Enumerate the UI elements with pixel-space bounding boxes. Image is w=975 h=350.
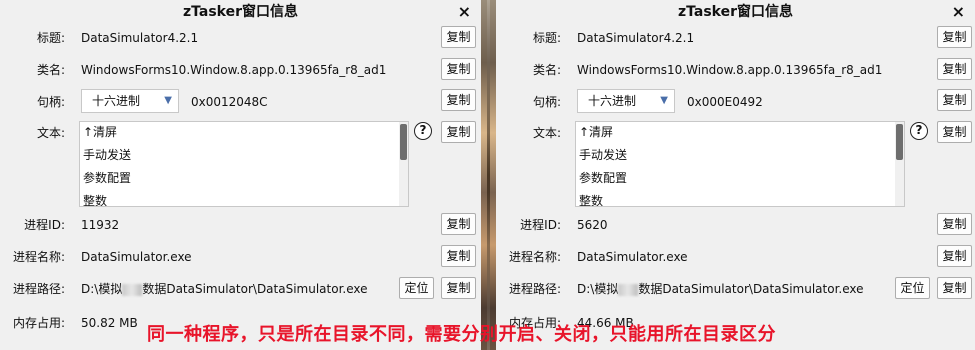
copy-title-button[interactable]: 复制 — [441, 26, 476, 48]
handle-value: 0x0012048C — [191, 95, 268, 109]
close-icon[interactable]: × — [458, 2, 471, 22]
text-listbox[interactable]: ↑清屏 手动发送 参数配置 整数 — [79, 121, 409, 207]
class-value: WindowsForms10.Window.8.app.0.13965fa_r8… — [577, 63, 883, 77]
handle-format-select[interactable]: 十六进制 ▼ — [81, 89, 179, 113]
copy-process-name-button[interactable]: 复制 — [441, 245, 476, 267]
redacted-blur — [618, 283, 639, 296]
pid-label: 进程ID: — [24, 218, 65, 232]
list-item[interactable]: 参数配置 — [83, 169, 131, 187]
copy-text-button[interactable]: 复制 — [937, 121, 972, 143]
annotation-caption: 同一种程序，只是所在目录不同，需要分别开启、关闭，只能用所在目录区分 — [147, 324, 776, 345]
scrollbar-thumb[interactable] — [400, 124, 407, 160]
list-item[interactable]: 手动发送 — [579, 146, 627, 164]
process-path-value: D:\模拟 数据DataSimulator\DataSimulator.exe — [81, 282, 368, 296]
pid-label: 进程ID: — [520, 218, 561, 232]
text-scrollbar[interactable] — [399, 122, 408, 206]
copy-pid-button[interactable]: 复制 — [937, 213, 972, 235]
handle-format-value: 十六进制 — [92, 94, 141, 108]
class-label: 类名: — [532, 63, 561, 77]
redacted-blur — [122, 283, 143, 296]
title-label: 标题: — [36, 31, 65, 45]
list-item[interactable]: 手动发送 — [83, 146, 131, 164]
copy-handle-button[interactable]: 复制 — [441, 89, 476, 111]
pid-value: 11932 — [81, 218, 120, 232]
scrollbar-thumb[interactable] — [896, 124, 903, 160]
handle-label: 句柄: — [532, 95, 561, 109]
process-name-value: DataSimulator.exe — [577, 250, 688, 264]
list-item[interactable]: ↑清屏 — [83, 123, 117, 141]
text-label: 文本: — [36, 126, 65, 140]
copy-process-name-button[interactable]: 复制 — [937, 245, 972, 267]
pid-value: 5620 — [577, 218, 608, 232]
process-path-label: 进程路径: — [12, 282, 65, 296]
window-info-panel-left: zTasker窗口信息 × 标题: DataSimulator4.2.1 复制 … — [0, 0, 481, 350]
list-item[interactable]: 整数 — [579, 192, 603, 206]
copy-title-button[interactable]: 复制 — [937, 26, 972, 48]
text-scrollbar[interactable] — [895, 122, 904, 206]
class-value: WindowsForms10.Window.8.app.0.13965fa_r8… — [81, 63, 387, 77]
copy-process-path-button[interactable]: 复制 — [937, 277, 972, 299]
list-item[interactable]: 参数配置 — [579, 169, 627, 187]
process-name-label: 进程名称: — [508, 250, 561, 264]
copy-handle-button[interactable]: 复制 — [937, 89, 972, 111]
chevron-down-icon: ▼ — [164, 95, 172, 106]
copy-pid-button[interactable]: 复制 — [441, 213, 476, 235]
text-label: 文本: — [532, 126, 561, 140]
help-icon[interactable]: ? — [910, 122, 928, 140]
desktop-background-strip — [481, 0, 496, 350]
handle-value: 0x000E0492 — [687, 95, 763, 109]
text-listbox[interactable]: ↑清屏 手动发送 参数配置 整数 — [575, 121, 905, 207]
memory-label: 内存占用: — [12, 316, 65, 330]
process-path-value: D:\模拟 数据DataSimulator\DataSimulator.exe — [577, 282, 864, 296]
title-value: DataSimulator4.2.1 — [577, 31, 695, 45]
help-icon[interactable]: ? — [414, 122, 432, 140]
copy-text-button[interactable]: 复制 — [441, 121, 476, 143]
copy-class-button[interactable]: 复制 — [441, 58, 476, 80]
handle-format-select[interactable]: 十六进制 ▼ — [577, 89, 675, 113]
window-title: zTasker窗口信息 — [182, 4, 298, 20]
window-title: zTasker窗口信息 — [677, 4, 793, 20]
copy-class-button[interactable]: 复制 — [937, 58, 972, 80]
handle-label: 句柄: — [36, 95, 65, 109]
copy-process-path-button[interactable]: 复制 — [441, 277, 476, 299]
chevron-down-icon: ▼ — [660, 95, 668, 106]
class-label: 类名: — [36, 63, 65, 77]
process-path-label: 进程路径: — [508, 282, 561, 296]
locate-button[interactable]: 定位 — [895, 277, 930, 299]
handle-format-value: 十六进制 — [588, 94, 637, 108]
memory-value: 50.82 MB — [81, 316, 138, 330]
locate-button[interactable]: 定位 — [399, 277, 434, 299]
title-value: DataSimulator4.2.1 — [81, 31, 199, 45]
list-item[interactable]: 整数 — [83, 192, 107, 206]
window-info-panel-right: zTasker窗口信息 × 标题: DataSimulator4.2.1 复制 … — [496, 0, 975, 350]
list-item[interactable]: ↑清屏 — [579, 123, 613, 141]
title-label: 标题: — [532, 31, 561, 45]
process-name-value: DataSimulator.exe — [81, 250, 192, 264]
process-name-label: 进程名称: — [12, 250, 65, 264]
close-icon[interactable]: × — [952, 2, 965, 22]
